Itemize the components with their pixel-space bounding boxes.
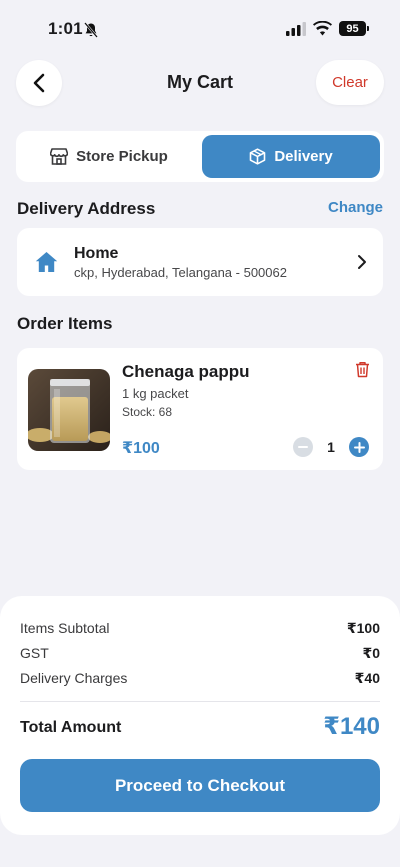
gst-label: GST — [20, 645, 49, 661]
chevron-right-icon — [358, 255, 366, 269]
box-icon — [250, 148, 266, 165]
delivery-charges-label: Delivery Charges — [20, 670, 128, 686]
clear-cart-button[interactable]: Clear — [316, 60, 384, 105]
product-image — [28, 369, 110, 451]
subtotal-label: Items Subtotal — [20, 620, 110, 636]
bell-off-icon — [84, 22, 98, 38]
wifi-icon — [313, 21, 332, 36]
gst-value: ₹0 — [362, 645, 380, 661]
subtotal-row: Items Subtotal ₹100 — [20, 620, 380, 637]
tab-delivery-label: Delivery — [274, 148, 333, 165]
home-icon — [35, 252, 58, 272]
delivery-charges-value: ₹40 — [354, 670, 380, 686]
delivery-charges-row: Delivery Charges ₹40 — [20, 670, 380, 687]
item-variant: 1 kg packet — [122, 386, 189, 401]
battery-icon: 95 — [339, 21, 366, 36]
address-card[interactable]: Home ckp, Hyderabad, Telangana - 500062 — [17, 228, 383, 296]
decrease-quantity-button[interactable] — [293, 437, 313, 457]
subtotal-value: ₹100 — [346, 620, 380, 636]
change-address-link[interactable]: Change — [328, 199, 383, 216]
order-items-heading: Order Items — [17, 314, 113, 333]
signal-icon — [286, 22, 306, 36]
increase-quantity-button[interactable] — [349, 437, 369, 457]
plus-icon — [353, 441, 365, 453]
gst-row: GST ₹0 — [20, 645, 380, 662]
tab-delivery[interactable]: Delivery — [202, 135, 380, 178]
status-bar: 1:01 95 — [0, 0, 400, 56]
quantity-value: 1 — [327, 439, 335, 455]
item-name: Chenaga pappu — [122, 362, 250, 381]
trash-icon[interactable] — [355, 361, 370, 378]
total-label: Total Amount — [20, 719, 122, 736]
status-time: 1:01 — [48, 19, 83, 38]
summary-divider — [20, 701, 380, 702]
battery-tip — [367, 26, 369, 31]
minus-icon — [298, 446, 308, 448]
address-line: ckp, Hyderabad, Telangana - 500062 — [74, 265, 287, 280]
checkout-button[interactable]: Proceed to Checkout — [20, 759, 380, 812]
order-summary: Items Subtotal ₹100 GST ₹0 Delivery Char… — [0, 596, 400, 835]
battery-level: 95 — [346, 22, 359, 35]
store-icon — [50, 148, 69, 165]
item-stock: Stock: 68 — [122, 405, 173, 419]
tab-store-pickup-label: Store Pickup — [76, 148, 168, 165]
address-label: Home — [74, 245, 119, 262]
total-value: ₹140 — [323, 713, 380, 740]
item-price: ₹100 — [122, 440, 160, 457]
cart-item: Chenaga pappu 1 kg packet Stock: 68 ₹100… — [17, 348, 383, 470]
delivery-address-heading: Delivery Address — [17, 199, 156, 218]
tab-store-pickup[interactable]: Store Pickup — [20, 135, 198, 178]
fulfillment-toggle: Store Pickup Delivery — [16, 131, 384, 182]
